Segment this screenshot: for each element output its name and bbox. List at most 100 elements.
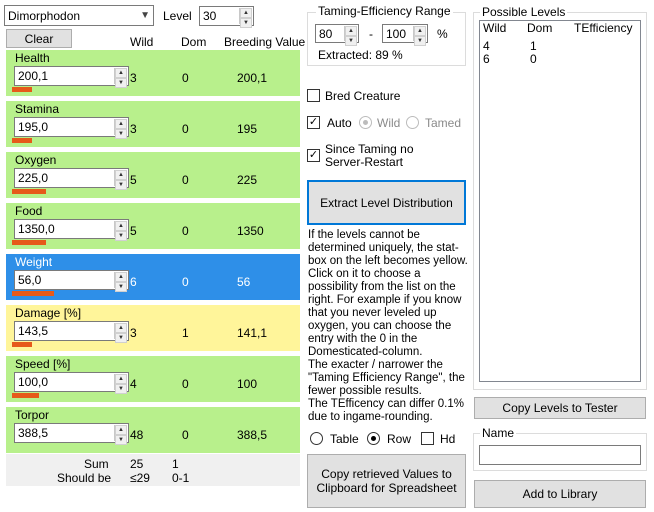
clear-button[interactable]: Clear <box>6 29 72 48</box>
since-taming-checkbox[interactable]: ✓ <box>307 149 320 162</box>
stat-level-bar <box>12 342 32 347</box>
level-stepper-buttons[interactable]: ▲ ▼ <box>239 8 252 28</box>
stat-value-stepper[interactable]: 1350,0 ▲ ▼ <box>14 219 129 241</box>
stepper-buttons[interactable]: ▲ ▼ <box>114 68 127 88</box>
taming-efficiency-title: Taming-Efficiency Range <box>316 4 453 18</box>
stat-row-damage[interactable]: Damage [%] 143,5 ▲ ▼ 3 1 141,1 <box>6 305 300 351</box>
stat-wild: 5 <box>130 173 137 187</box>
bred-creature-checkbox[interactable] <box>307 89 320 102</box>
stat-level-bar <box>12 138 32 143</box>
stat-breeding: 100 <box>237 377 258 391</box>
stat-breeding: 225 <box>237 173 258 187</box>
stepper-buttons[interactable]: ▲ ▼ <box>114 272 127 292</box>
stat-value-stepper[interactable]: 100,0 ▲ ▼ <box>14 372 129 394</box>
table-radio-label: Table <box>330 432 359 446</box>
stat-wild: 3 <box>130 71 137 85</box>
copy-values-button[interactable]: Copy retrieved Values to Clipboard for S… <box>307 454 466 508</box>
wild-radio[interactable] <box>359 116 372 129</box>
stat-value: 56,0 <box>18 273 42 287</box>
name-group-title: Name <box>480 426 517 440</box>
te-max-stepper[interactable]: 100 ▲ ▼ <box>382 24 428 46</box>
stat-wild: 5 <box>130 224 137 238</box>
stat-wild: 6 <box>130 275 137 289</box>
stat-value: 388,5 <box>18 426 49 440</box>
stat-row-torpor[interactable]: Torpor 388,5 ▲ ▼ 48 0 388,5 <box>6 407 300 453</box>
level-label: Level <box>163 9 192 23</box>
auto-checkbox[interactable]: ✓ <box>307 116 320 129</box>
add-to-library-button[interactable]: Add to Library <box>474 480 646 508</box>
sum-dom: 1 <box>172 457 179 471</box>
row-radio-label: Row <box>387 432 412 446</box>
list-item[interactable]: 4 1 <box>483 39 633 53</box>
possible-levels-list[interactable]: Wild Dom TEfficiency 4 1 6 0 <box>479 20 641 382</box>
stat-value-stepper[interactable]: 225,0 ▲ ▼ <box>14 168 129 190</box>
stat-value: 195,0 <box>18 120 49 134</box>
col-breeding-header: Breeding Value <box>224 35 306 49</box>
stat-wild: 3 <box>130 122 137 136</box>
stat-dom: 1 <box>182 326 189 340</box>
stepper-buttons[interactable]: ▲ ▼ <box>114 119 127 139</box>
stat-value-stepper[interactable]: 56,0 ▲ ▼ <box>14 270 129 292</box>
creature-name: Dimorphodon <box>8 8 81 23</box>
stepper-buttons[interactable]: ▲ ▼ <box>114 425 127 445</box>
copy-levels-button[interactable]: Copy Levels to Tester <box>474 397 646 419</box>
stat-wild: 3 <box>130 326 137 340</box>
stat-row-health[interactable]: Health 200,1 ▲ ▼ 3 0 200,1 <box>6 50 300 96</box>
stat-row-stamina[interactable]: Stamina 195,0 ▲ ▼ 3 0 195 <box>6 101 300 147</box>
level-stepper[interactable]: 30 ▲ ▼ <box>199 6 254 28</box>
stat-wild: 4 <box>130 377 137 391</box>
stat-row-speed[interactable]: Speed [%] 100,0 ▲ ▼ 4 0 100 <box>6 356 300 402</box>
stat-row-weight[interactable]: Weight 56,0 ▲ ▼ 6 0 56 <box>6 254 300 300</box>
tamed-radio-label: Tamed <box>425 116 462 130</box>
stat-value-stepper[interactable]: 195,0 ▲ ▼ <box>14 117 129 139</box>
list-item[interactable]: 6 0 <box>483 52 633 66</box>
possible-levels-title: Possible Levels <box>480 5 568 19</box>
chevron-down-icon: ▼ <box>140 10 150 21</box>
extract-button[interactable]: Extract Level Distribution <box>307 180 466 225</box>
possible-col-dom: Dom <box>527 21 553 35</box>
stat-value-stepper[interactable]: 388,5 ▲ ▼ <box>14 423 129 445</box>
stat-level-bar <box>12 393 39 398</box>
stepper-buttons[interactable]: ▲ ▼ <box>114 221 127 241</box>
level-value: 30 <box>203 9 217 23</box>
stat-name: Health <box>15 51 50 65</box>
row-radio[interactable] <box>367 432 380 445</box>
auto-label: Auto <box>327 116 352 130</box>
possible-col-wild: Wild <box>483 21 507 35</box>
stat-value: 143,5 <box>18 324 49 338</box>
summary-box <box>6 454 300 486</box>
hd-checkbox[interactable] <box>421 432 434 445</box>
col-wild-header: Wild <box>130 35 154 49</box>
stat-name: Stamina <box>15 102 60 116</box>
te-percent: % <box>437 27 448 41</box>
stat-row-oxygen[interactable]: Oxygen 225,0 ▲ ▼ 5 0 225 <box>6 152 300 198</box>
stat-name: Speed [%] <box>15 357 71 371</box>
table-radio[interactable] <box>310 432 323 445</box>
stat-name: Food <box>15 204 43 218</box>
sum-label: Sum <box>84 457 109 471</box>
stat-breeding: 388,5 <box>237 428 268 442</box>
stat-value: 225,0 <box>18 171 49 185</box>
stat-breeding: 141,1 <box>237 326 268 340</box>
stepper-buttons[interactable]: ▲ ▼ <box>114 323 127 343</box>
stat-name: Weight <box>15 255 53 269</box>
te-min-stepper[interactable]: 80 ▲ ▼ <box>315 24 359 46</box>
stat-value-stepper[interactable]: 143,5 ▲ ▼ <box>14 321 129 343</box>
stat-dom: 0 <box>182 428 189 442</box>
stat-level-bar <box>12 291 54 296</box>
name-input[interactable] <box>479 445 641 465</box>
stat-level-bar <box>12 189 46 194</box>
bred-creature-label: Bred Creature <box>325 89 401 103</box>
stat-dom: 0 <box>182 71 189 85</box>
tamed-radio[interactable] <box>406 116 419 129</box>
stat-row-food[interactable]: Food 1350,0 ▲ ▼ 5 0 1350 <box>6 203 300 249</box>
col-dom-header: Dom <box>181 35 207 49</box>
te-dash: - <box>369 27 373 41</box>
stat-value-stepper[interactable]: 200,1 ▲ ▼ <box>14 66 129 88</box>
creature-select[interactable]: Dimorphodon ▼ <box>4 5 154 26</box>
stat-name: Torpor <box>15 408 50 422</box>
stepper-buttons[interactable]: ▲ ▼ <box>114 170 127 190</box>
stepper-buttons[interactable]: ▲ ▼ <box>114 374 127 394</box>
should-label: Should be <box>57 471 112 485</box>
info-text: If the levels cannot be determined uniqu… <box>308 229 468 423</box>
